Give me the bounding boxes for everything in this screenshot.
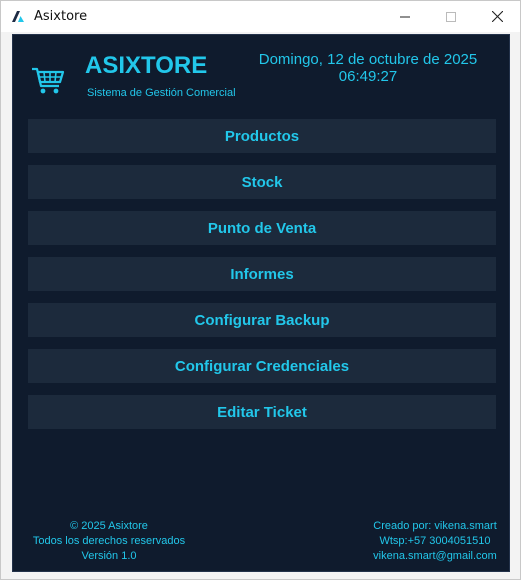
rights-text: Todos los derechos reservados [32, 535, 186, 547]
productos-button[interactable]: Productos [28, 119, 496, 153]
minimize-icon [400, 16, 410, 17]
brand-subtitle: Sistema de Gestión Comercial [87, 87, 236, 99]
configurar-backup-button[interactable]: Configurar Backup [28, 303, 496, 337]
creator-text: Creado por: vikena.smart [373, 520, 497, 532]
app-window: Asixtore ASIXTORE Sistema de Gestión Com… [0, 0, 521, 580]
maximize-button[interactable] [428, 1, 474, 32]
brand-name: ASIXTORE [85, 52, 208, 79]
minimize-button[interactable] [382, 1, 428, 32]
stock-button[interactable]: Stock [28, 165, 496, 199]
main-panel: ASIXTORE Sistema de Gestión Comercial Do… [12, 34, 510, 572]
informes-button[interactable]: Informes [28, 257, 496, 291]
punto-de-venta-button[interactable]: Punto de Venta [28, 211, 496, 245]
footer-contact: Creado por: vikena.smart Wtsp:+57 300405… [365, 519, 505, 564]
date-time-display: Domingo, 12 de octubre de 2025 06:49:27 [238, 51, 498, 85]
configurar-credenciales-button[interactable]: Configurar Credenciales [28, 349, 496, 383]
main-menu: Productos Stock Punto de Venta Informes … [28, 119, 496, 441]
maximize-icon [446, 11, 456, 22]
current-date: Domingo, 12 de octubre de 2025 [258, 51, 478, 68]
editar-ticket-button[interactable]: Editar Ticket [28, 395, 496, 429]
window-title: Asixtore [34, 9, 88, 24]
copyright-text: © 2025 Asixtore [70, 520, 148, 532]
asixtore-logo-icon [11, 9, 25, 23]
title-bar[interactable]: Asixtore [1, 1, 520, 32]
version-text: Versión 1.0 [81, 550, 137, 562]
email-text: vikena.smart@gmail.com [373, 550, 497, 562]
whatsapp-text: Wtsp:+57 3004051510 [379, 535, 491, 547]
current-time: 06:49:27 [338, 68, 398, 85]
close-icon [491, 11, 503, 22]
close-button[interactable] [474, 1, 520, 32]
footer-copyright: © 2025 Asixtore Todos los derechos reser… [29, 519, 189, 564]
shopping-cart-icon [30, 62, 66, 98]
